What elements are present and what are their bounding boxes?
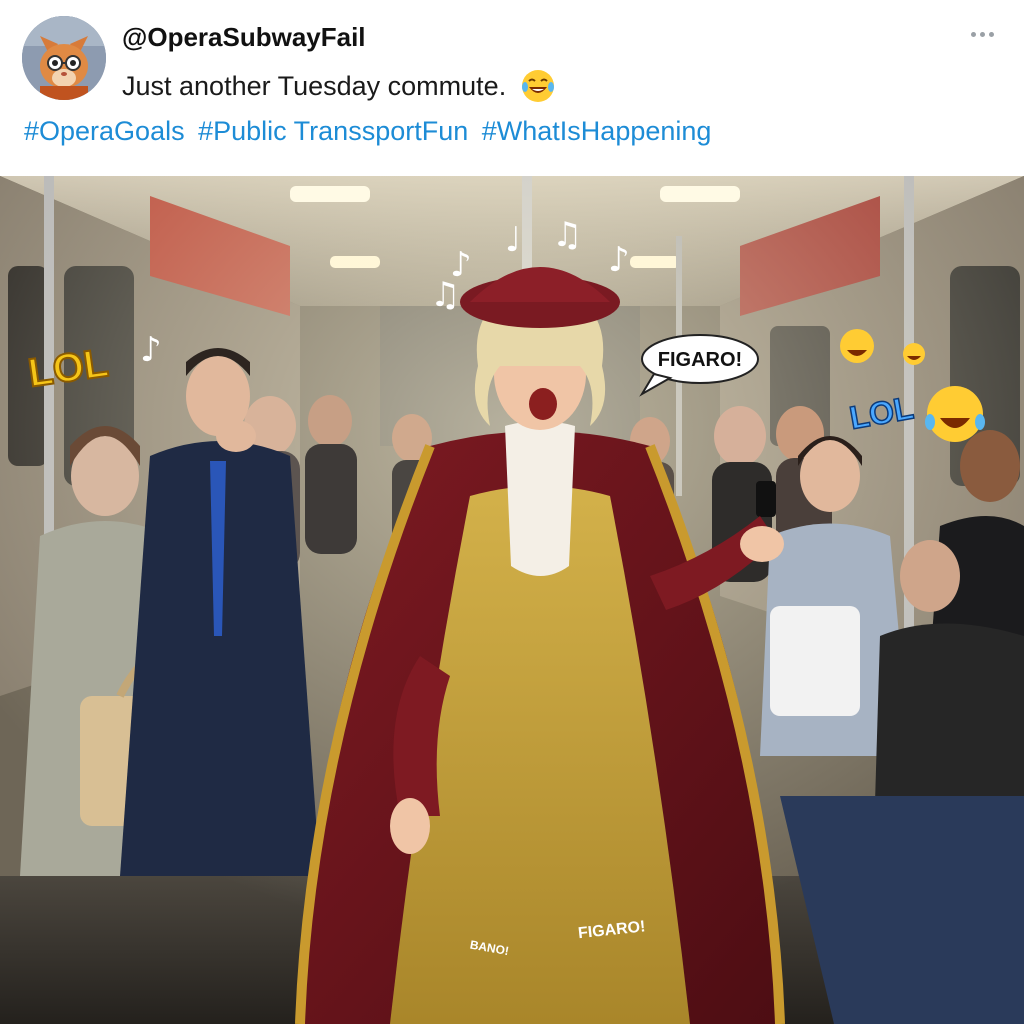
music-note-icon: ♫ — [552, 215, 582, 255]
music-note-icon: ♩ — [505, 220, 521, 260]
post-header: @OperaSubwayFail Just another Tuesday co… — [0, 0, 1024, 176]
grinning-emoji-icon — [903, 343, 925, 365]
hashtag-link[interactable]: #WhatIsHappening — [482, 116, 712, 146]
laughing-emoji-icon — [840, 329, 874, 363]
hashtag-list: #OperaGoals #Public TranssportFun #WhatI… — [24, 116, 717, 147]
post-caption: Just another Tuesday commute. — [122, 68, 556, 104]
music-note-icon: ♪ — [140, 330, 162, 370]
cat-avatar-icon — [22, 16, 106, 100]
post-photo[interactable]: ♪ ♩ ♫ ♪ ♫ ♪ LOL FIGARO! LOL FIGARO! BANO… — [0, 176, 1024, 1024]
more-options-button[interactable] — [964, 22, 1000, 46]
more-options-icon-dot — [979, 31, 985, 37]
hashtag-link[interactable]: #OperaGoals — [24, 116, 185, 146]
caption-text: Just another Tuesday commute. — [122, 70, 507, 101]
social-post: @OperaSubwayFail Just another Tuesday co… — [0, 0, 1024, 1024]
figaro-bubble-text: FIGARO! — [658, 349, 742, 371]
hashtag-link[interactable]: #Public TranssportFun — [198, 116, 468, 146]
subway-opera-photo: ♪ ♩ ♫ ♪ ♫ ♪ LOL FIGARO! LOL FIGARO! BANO… — [0, 176, 1024, 1024]
music-note-icon: ♪ — [608, 240, 630, 280]
laughing-tears-emoji-icon — [522, 70, 555, 102]
username[interactable]: @OperaSubwayFail — [122, 22, 366, 53]
avatar[interactable] — [22, 16, 106, 100]
more-options-icon-dot — [988, 31, 994, 37]
music-note-icon: ♫ — [430, 275, 460, 315]
more-options-icon — [970, 31, 976, 37]
